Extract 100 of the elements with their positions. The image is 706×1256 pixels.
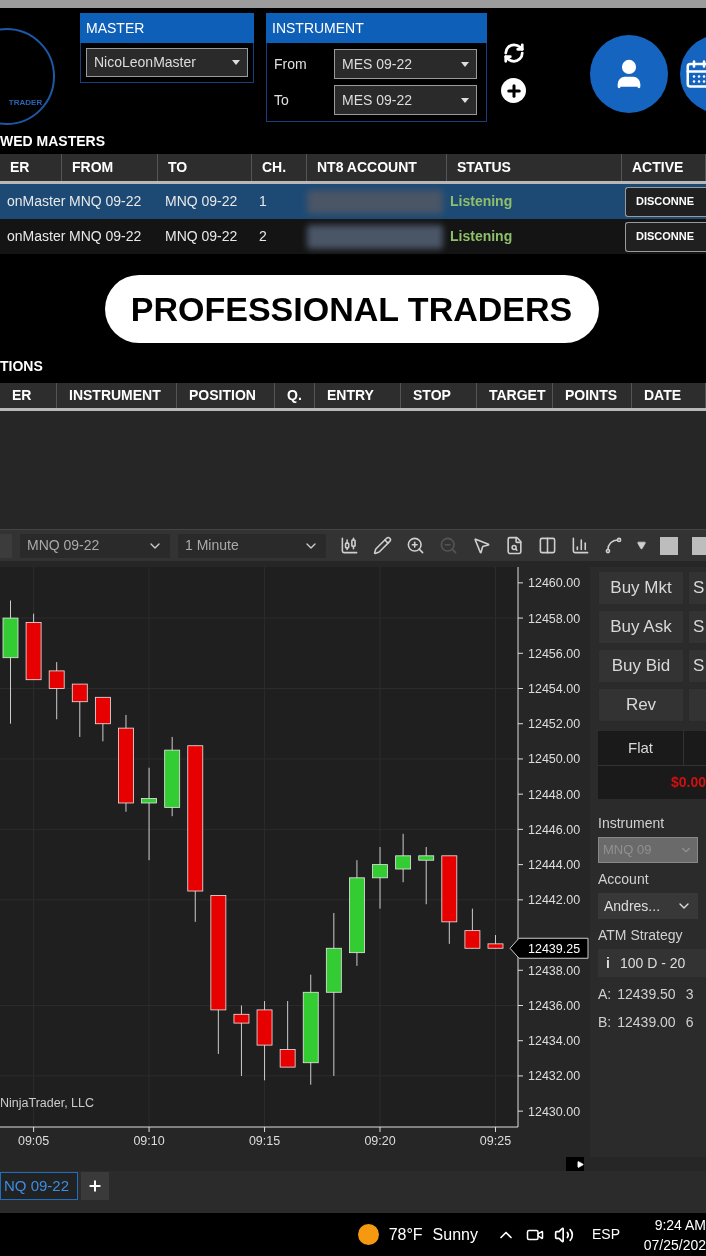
x-tick-label: 09:20 bbox=[364, 1134, 396, 1148]
table-cell-text: 2 bbox=[258, 227, 268, 246]
order-button[interactable]: Buy Ask bbox=[598, 610, 684, 644]
field-label: From bbox=[274, 54, 308, 74]
table-cell-text: 1 bbox=[258, 192, 268, 211]
quote-size: 3 bbox=[685, 985, 694, 1004]
logo: TRADER bbox=[0, 28, 55, 125]
candlestick bbox=[48, 661, 65, 720]
disconnect-button[interactable]: DISCONNE bbox=[625, 221, 706, 252]
column-header: CH. bbox=[252, 154, 307, 181]
scroll-button[interactable] bbox=[566, 1157, 584, 1171]
y-tick-label: 12438.00 bbox=[528, 963, 581, 978]
table-row[interactable]: onMaster MNQ 09-22 MNQ 09-22 2 Listening DISCONNE bbox=[0, 219, 706, 254]
panel-header: MASTER bbox=[80, 13, 254, 43]
x-tick-label: 09:25 bbox=[479, 1134, 512, 1148]
table-cell-text: MNQ 09-22 bbox=[164, 192, 239, 211]
dropdown-icon[interactable] bbox=[637, 541, 646, 550]
line-chart-icon[interactable] bbox=[604, 536, 623, 555]
clock-time: 9:24 AM bbox=[654, 1215, 706, 1235]
caption-banner: PROFESSIONAL TRADERS bbox=[104, 275, 599, 343]
arrow-right-icon bbox=[577, 1160, 584, 1168]
panel-header: INSTRUMENT bbox=[266, 13, 487, 43]
quote-size: 6 bbox=[685, 1013, 694, 1032]
column-header: STATUS bbox=[447, 154, 622, 181]
table-row[interactable]: onMaster MNQ 09-22 MNQ 09-22 1 Listening DISCONNE bbox=[0, 184, 706, 219]
instrument-dropdown[interactable]: MNQ 09-22 bbox=[20, 533, 170, 558]
y-tick-label: 12456.00 bbox=[528, 646, 581, 661]
section-title: WED MASTERS bbox=[0, 132, 105, 151]
cursor-icon[interactable] bbox=[472, 536, 491, 555]
speaker-icon[interactable] bbox=[554, 1224, 574, 1245]
y-tick-label: 12436.00 bbox=[528, 999, 581, 1013]
candlestick bbox=[464, 908, 481, 949]
weather-text: Sunny bbox=[432, 1224, 478, 1245]
document-search-icon[interactable] bbox=[505, 536, 524, 555]
plus-icon bbox=[504, 81, 523, 100]
column-header: ER bbox=[0, 383, 57, 408]
add-button[interactable] bbox=[501, 78, 526, 103]
column-header: ENTRY bbox=[315, 383, 401, 408]
language-indicator[interactable]: ESP bbox=[592, 1224, 620, 1245]
caret-icon bbox=[461, 61, 469, 67]
column-header: TARGET bbox=[477, 383, 553, 408]
refresh-icon[interactable] bbox=[502, 42, 525, 64]
field-label: Account bbox=[598, 870, 650, 889]
candlestick bbox=[487, 934, 504, 949]
y-tick-label: 12460.00 bbox=[528, 576, 581, 591]
add-tab-button[interactable] bbox=[81, 1172, 109, 1200]
calendar-icon bbox=[684, 59, 706, 89]
order-button[interactable]: Buy Bid bbox=[598, 649, 684, 683]
plus-icon bbox=[87, 1178, 103, 1194]
column-header: INSTRUMENT bbox=[57, 383, 177, 408]
pencil-icon[interactable] bbox=[373, 536, 392, 555]
bar-chart-icon[interactable] bbox=[571, 536, 590, 555]
caret-icon bbox=[461, 97, 469, 103]
position-status: Flat bbox=[598, 731, 684, 765]
order-button[interactable]: S bbox=[688, 649, 706, 683]
last-price: 12439.25 bbox=[528, 941, 581, 956]
atm-strategy-field[interactable]: i 100 D - 20 bbox=[598, 949, 706, 977]
candlestick bbox=[372, 846, 388, 910]
position-cell bbox=[684, 731, 706, 765]
status-text: Listening bbox=[449, 227, 514, 246]
order-button[interactable]: S bbox=[688, 610, 706, 644]
chart-tab[interactable]: NQ 09-22 bbox=[0, 1172, 78, 1200]
status-text: Listening bbox=[449, 192, 514, 211]
quote-price: 12439.00 bbox=[617, 1013, 676, 1032]
table-cell-text: MNQ 09-22 bbox=[164, 227, 239, 246]
interval-dropdown[interactable]: 1 Minute bbox=[178, 533, 326, 558]
y-tick-label: 12446.00 bbox=[528, 822, 581, 837]
candlestick-icon[interactable] bbox=[340, 536, 359, 555]
field-label: To bbox=[274, 90, 290, 110]
candlestick bbox=[71, 683, 88, 738]
dropdown[interactable]: MES 09-22 bbox=[334, 49, 477, 79]
column-header: ACTIVE bbox=[622, 154, 706, 181]
candlestick bbox=[279, 1000, 296, 1068]
column-header: DATE bbox=[632, 383, 706, 408]
column-header: POINTS bbox=[553, 383, 632, 408]
account-dropdown[interactable]: Andres... bbox=[598, 893, 698, 919]
quote-side: A: bbox=[598, 985, 612, 1004]
y-tick-label: 12442.00 bbox=[528, 893, 581, 908]
column-header: NT8 ACCOUNT bbox=[307, 154, 447, 181]
order-button[interactable]: Buy Mkt bbox=[598, 571, 684, 605]
y-tick-label: 12434.00 bbox=[528, 1034, 581, 1049]
order-button[interactable]: S bbox=[688, 571, 706, 605]
candlestick bbox=[233, 1005, 250, 1077]
dropdown[interactable]: NicoLeonMaster bbox=[86, 48, 248, 77]
disconnect-button[interactable]: DISCONNE bbox=[625, 186, 706, 217]
candlestick bbox=[25, 613, 42, 681]
y-tick-label: 12454.00 bbox=[528, 682, 581, 696]
dropdown[interactable]: MES 09-22 bbox=[334, 85, 477, 115]
panels-icon[interactable] bbox=[538, 536, 557, 555]
square-icon[interactable] bbox=[692, 536, 706, 555]
y-tick-label: 12450.00 bbox=[528, 752, 581, 767]
x-tick-label: 09:10 bbox=[133, 1134, 165, 1148]
zoom-in-icon[interactable] bbox=[406, 536, 425, 555]
field-label: Instrument bbox=[598, 814, 666, 833]
square-icon[interactable] bbox=[660, 536, 678, 555]
chart-watermark: NinjaTrader, LLC bbox=[0, 1096, 95, 1110]
y-tick-label: 12432.00 bbox=[528, 1069, 581, 1084]
order-button[interactable]: Rev bbox=[598, 688, 684, 722]
quote-price: 12439.50 bbox=[617, 985, 676, 1004]
x-tick-label: 09:15 bbox=[248, 1134, 281, 1148]
